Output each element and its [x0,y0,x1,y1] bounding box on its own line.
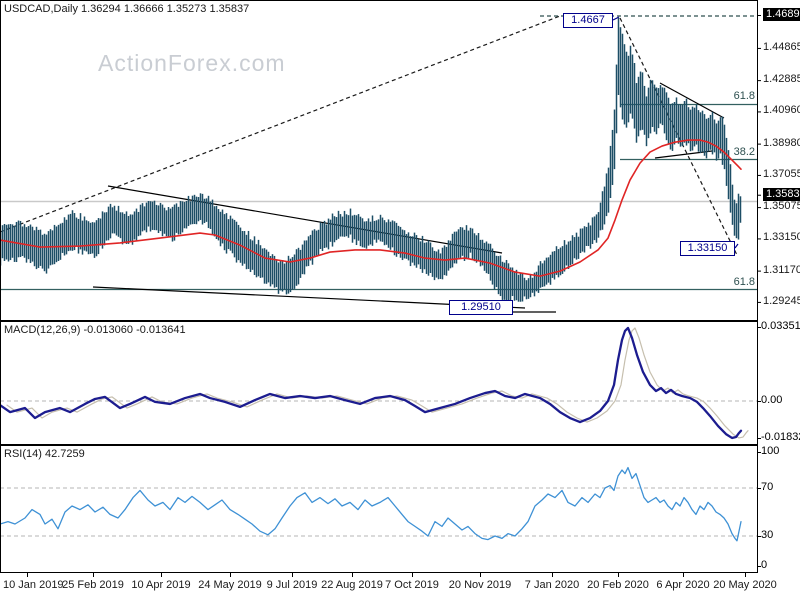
rsi-value-line [0,466,742,542]
fib-level-label: 38.2 [733,146,755,158]
rsi-axis-label: 100 [761,445,780,457]
date-axis-label[interactable]: 20 May 2020 [713,579,777,591]
date-axis-label[interactable]: 10 Apr 2019 [131,579,190,591]
panel-frame-1 [0,321,758,445]
macd-main-line [0,326,743,440]
date-axis-label[interactable]: 9 Jul 2019 [267,579,318,591]
date-axis-label[interactable]: 22 Aug 2019 [321,579,383,591]
rsi-line [0,466,757,542]
price-axis-label: 1.31170 [763,263,800,276]
rising-dashed-trendline[interactable] [0,15,561,233]
price-axis-highlight-label: 1.46890 [763,8,800,21]
panel-frame-2 [0,445,758,573]
price-axis-label: 1.44865 [763,40,800,53]
price-axis-label: 1.33150 [763,231,800,244]
date-axis-label[interactable]: 7 Jan 2020 [525,579,579,591]
minor-rising-segment[interactable] [654,150,713,159]
date-axis-label[interactable]: 25 Feb 2019 [62,579,124,591]
date-axis-label[interactable]: 10 Jan 2019 [3,579,64,591]
price-axis-label: 1.29245 [763,294,800,307]
date-axis-label[interactable]: 20 Feb 2020 [587,579,649,591]
price-axis-label: 1.35075 [763,200,800,213]
panel-frame-0 [0,0,758,321]
macd-lines [0,326,757,440]
price-tag-label[interactable]: 1.33150 [680,241,735,256]
chart-title: USDCAD,Daily 1.36294 1.36666 1.35273 1.3… [4,3,250,15]
fib-level-label: 61.8 [733,276,755,288]
date-axis-label[interactable]: 7 Oct 2019 [385,579,439,591]
rsi-indicator-label: RSI(14) 42.7259 [4,448,85,460]
rsi-axis-label: 70 [761,481,774,493]
price-tag-label[interactable]: 1.29510 [449,300,513,315]
rsi-axis-label: 0 [761,559,768,571]
price-axis-label: 1.38980 [763,136,800,149]
price-axis-highlight-label: 1.35837 [763,187,800,201]
chart-window: ActionForex.com USDCAD,Daily 1.36294 1.3… [0,0,800,600]
macd-axis-label: 0.00 [761,394,783,406]
chart-canvas[interactable] [0,0,800,600]
horizontal-levels [0,103,757,291]
date-axis-label[interactable]: 20 Nov 2019 [449,579,511,591]
macd-signal-line [6,327,749,439]
tag-connector [734,243,739,249]
rsi-axis-label: 30 [761,529,774,541]
fib-level-label: 61.8 [733,90,755,102]
price-tag-label[interactable]: 1.4667 [563,13,613,28]
macd-axis-label: -0.018324 [761,431,800,443]
macd-axis-label: 0.033515 [761,320,800,332]
price-axis-label: 1.40960 [763,104,800,117]
watermark: ActionForex.com [98,50,286,76]
macd-indicator-label: MACD(12,26,9) -0.013060 -0.013641 [4,324,186,336]
price-axis-label: 1.42885 [763,73,800,86]
price-axis-label: 1.37055 [763,167,800,180]
date-axis-label[interactable]: 6 Apr 2020 [656,579,709,591]
date-axis-label[interactable]: 24 May 2019 [198,579,262,591]
